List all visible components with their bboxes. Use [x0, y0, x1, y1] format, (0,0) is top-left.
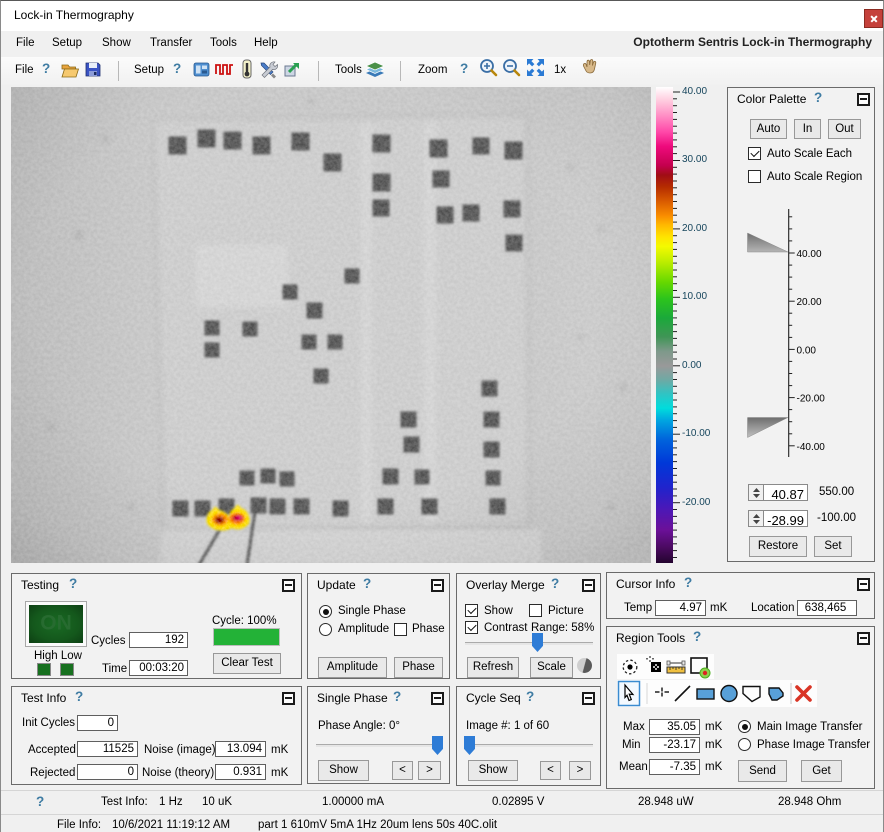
svg-text:0.00: 0.00 [797, 345, 817, 356]
svg-text:40.00: 40.00 [797, 249, 822, 260]
svg-text:-40.00: -40.00 [797, 442, 826, 453]
svg-text:-20.00: -20.00 [797, 394, 826, 405]
svg-text:20.00: 20.00 [797, 297, 822, 308]
